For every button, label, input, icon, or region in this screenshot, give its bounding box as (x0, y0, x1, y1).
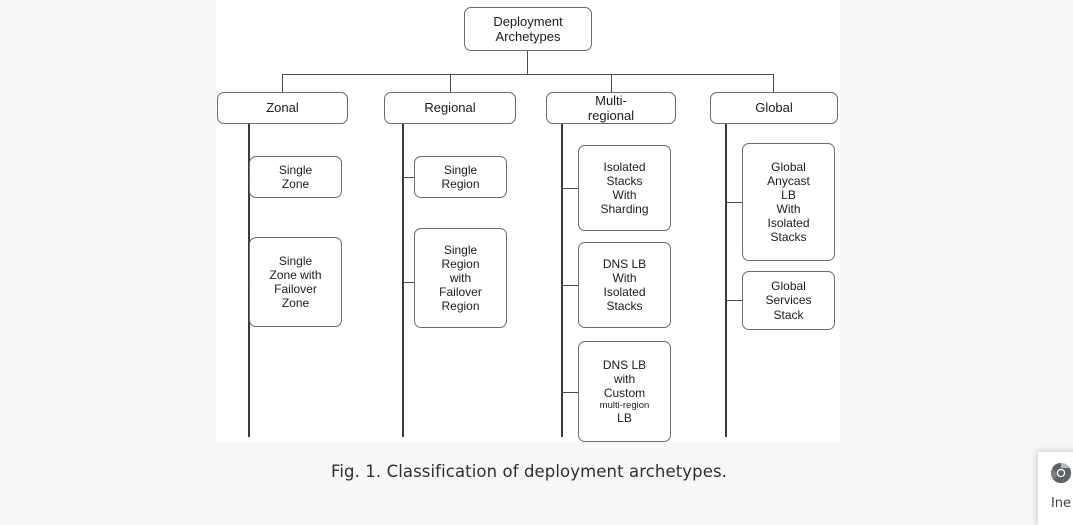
node-isolated-stacks-with-sharding[interactable]: Isolated Stacks With Sharding (578, 145, 671, 231)
figure-deployment-archetypes: Deployment Archetypes Zonal Regional Mult… (216, 0, 840, 442)
node-label: Deployment Archetypes (493, 13, 563, 44)
node-label: Multi-regional (587, 92, 635, 123)
node-label: Single Zone (278, 162, 313, 191)
node-deployment-archetypes[interactable]: Deployment Archetypes (464, 7, 592, 51)
connector-bus-to-regional (450, 74, 452, 93)
taskbar-card[interactable]: Ine (1038, 452, 1073, 525)
node-label: Single Region with Failover Region (439, 242, 482, 314)
node-label: Global (755, 100, 793, 116)
node-zonal[interactable]: Zonal (217, 92, 348, 124)
spine-multi-regional (561, 124, 564, 437)
chrome-icon[interactable] (1050, 462, 1072, 484)
node-label: DNS LB with Custom multi-region LB (599, 357, 650, 426)
page-root: Deployment Archetypes Zonal Regional Mult… (0, 0, 1073, 525)
node-label: Single Zone with Failover Zone (269, 253, 322, 311)
node-single-zone[interactable]: Single Zone (249, 156, 342, 198)
connector-bus-to-global (773, 74, 775, 93)
connector-horizontal-bus (282, 74, 774, 76)
node-single-zone-with-failover-zone[interactable]: Single Zone with Failover Zone (249, 237, 342, 327)
connector-bus-to-zonal (282, 74, 284, 93)
node-regional[interactable]: Regional (384, 92, 516, 124)
spine-global (725, 124, 728, 437)
node-global[interactable]: Global (710, 92, 838, 124)
node-label: Single Region (441, 162, 480, 191)
node-label: Zonal (266, 100, 299, 116)
figure-caption: Fig. 1. Classification of deployment arc… (330, 462, 728, 481)
node-global-anycast-lb-with-isolated-stacks[interactable]: Global Anycast LB With Isolated Stacks (742, 143, 835, 261)
node-multi-regional[interactable]: Multi-regional (546, 92, 676, 124)
spine-regional (402, 124, 405, 437)
node-single-region[interactable]: Single Region (414, 156, 507, 198)
node-label: Global Anycast LB With Isolated Stacks (767, 159, 810, 245)
node-single-region-with-failover-region[interactable]: Single Region with Failover Region (414, 228, 507, 328)
node-global-services-stack[interactable]: Global Services Stack (742, 271, 835, 330)
taskbar-label: Ine (1050, 496, 1072, 511)
connector-root-stem (527, 51, 529, 75)
node-dns-lb-with-isolated-stacks[interactable]: DNS LB With Isolated Stacks (578, 242, 671, 328)
node-label: Isolated Stacks With Sharding (600, 159, 649, 217)
node-label: DNS LB With Isolated Stacks (602, 256, 647, 314)
node-label: Global Services Stack (765, 279, 812, 322)
node-dns-lb-with-custom-multi-region-lb[interactable]: DNS LB with Custom multi-region LB (578, 341, 671, 442)
connector-bus-to-multi-regional (611, 74, 613, 93)
node-label: Regional (424, 100, 476, 116)
